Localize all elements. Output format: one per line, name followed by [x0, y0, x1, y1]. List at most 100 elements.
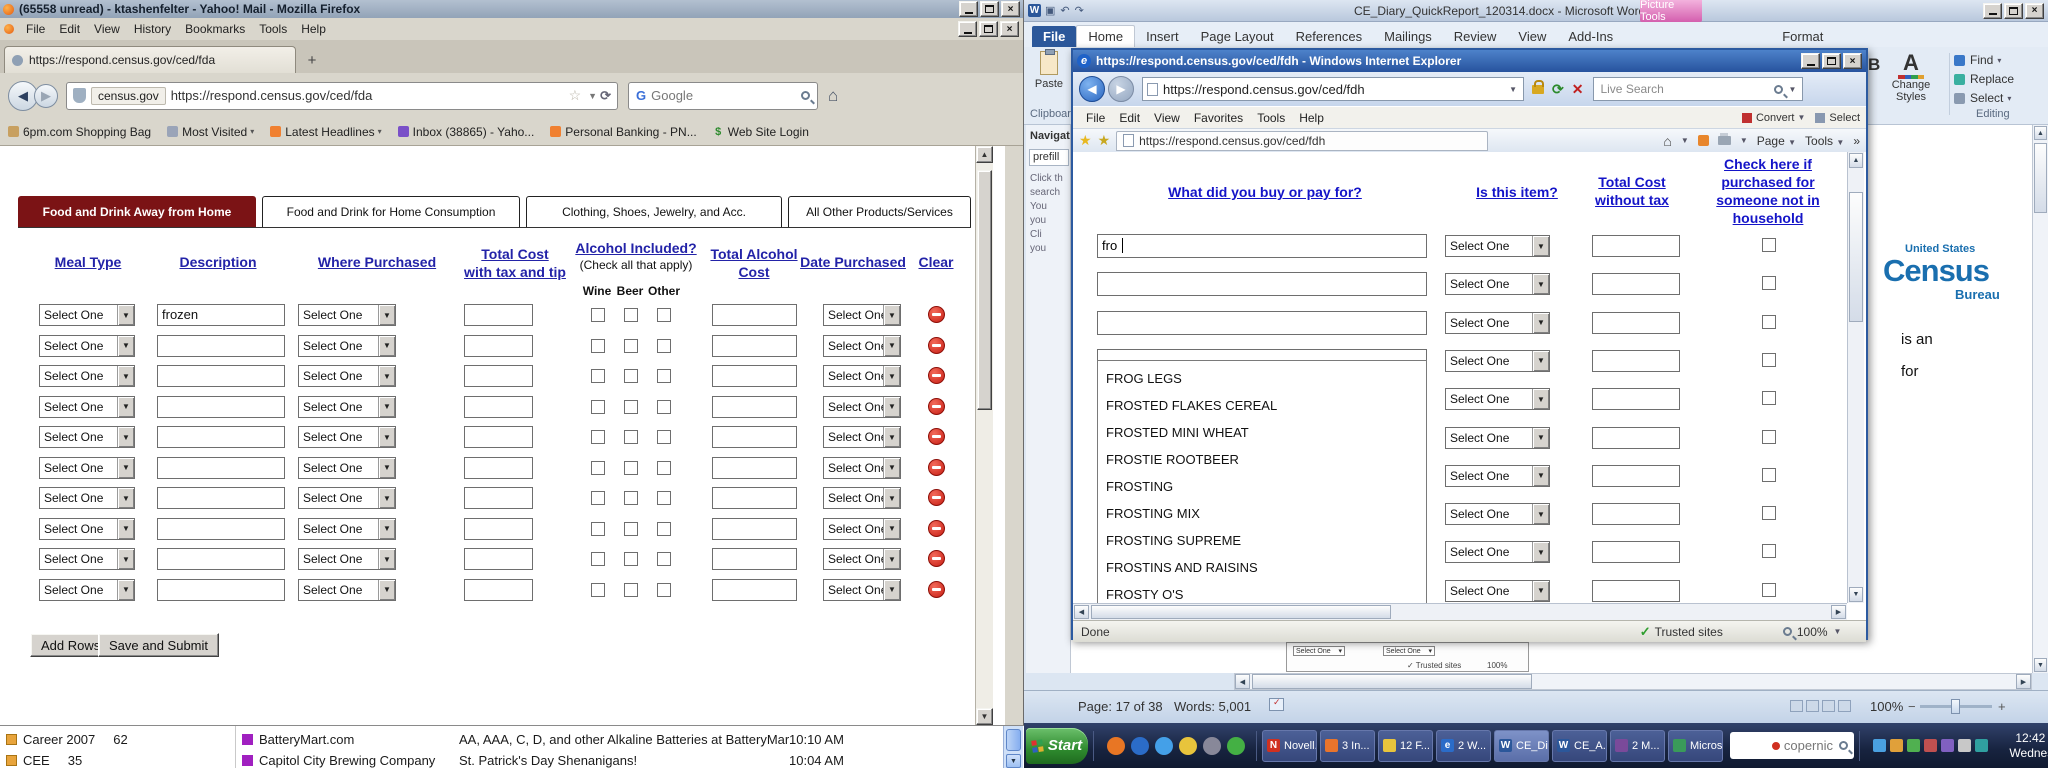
scroll-up-icon[interactable]: ▲	[1849, 153, 1863, 168]
redo-icon[interactable]: ↷	[1075, 4, 1084, 17]
ie-tab[interactable]: https://respond.census.gov/ced/fdh	[1116, 131, 1488, 151]
where-purchased-select[interactable]: Select One▼	[298, 548, 396, 570]
minimize-button[interactable]	[959, 1, 978, 17]
total-cost-input[interactable]	[1592, 465, 1680, 487]
autocomplete-item[interactable]: FROSTINS AND RAISINS	[1106, 560, 1258, 575]
beer-checkbox[interactable]	[624, 339, 638, 353]
search-icon[interactable]	[1839, 741, 1848, 750]
alcohol-cost-input[interactable]	[712, 457, 797, 479]
description-input[interactable]	[157, 579, 285, 601]
url-text[interactable]: https://respond.census.gov/ced/fda	[171, 88, 565, 103]
address-dropdown-icon[interactable]: ▼	[1507, 85, 1519, 94]
is-this-item-select[interactable]: Select One▼	[1445, 388, 1550, 410]
close-button[interactable]: ×	[2025, 3, 2044, 19]
forward-button[interactable]: ▶	[34, 84, 58, 108]
quick-launch-icon[interactable]	[1155, 737, 1173, 755]
meal-type-select[interactable]: Select One▼	[39, 548, 135, 570]
clear-row-button[interactable]	[928, 520, 945, 537]
rss-feed-icon[interactable]	[1698, 135, 1709, 146]
bookmark-item[interactable]: 6pm.com Shopping Bag	[8, 125, 151, 139]
autocomplete-item[interactable]: FROSTING SUPREME	[1106, 533, 1241, 548]
mail-folder-row[interactable]: CEE35	[6, 750, 231, 768]
page-menu[interactable]: Page ▼	[1757, 134, 1796, 148]
item-description-input[interactable]	[1097, 311, 1427, 335]
copernic-search-box[interactable]: copernic	[1730, 732, 1854, 759]
autocomplete-item[interactable]: FROG LEGS	[1106, 371, 1182, 386]
alcohol-cost-input[interactable]	[712, 518, 797, 540]
not-in-household-checkbox[interactable]	[1762, 353, 1776, 367]
mail-vertical-scrollbar[interactable]: ▼	[1003, 726, 1023, 768]
tab-references[interactable]: References	[1285, 26, 1373, 47]
wine-checkbox[interactable]	[591, 308, 605, 322]
favorites-star-icon[interactable]: ★	[1079, 132, 1092, 149]
tab-file[interactable]: File	[1032, 26, 1076, 47]
view-outline-icon[interactable]	[1838, 700, 1851, 712]
mail-message-row[interactable]: BatteryMart.comAA, AAA, C, D, and other …	[242, 729, 1002, 749]
quick-access-toolbar[interactable]: ▣ ↶ ↷	[1045, 4, 1089, 17]
total-cost-input[interactable]	[464, 487, 533, 509]
tray-icon[interactable]	[1975, 739, 1988, 752]
maximize-button[interactable]	[980, 1, 999, 17]
where-purchased-select[interactable]: Select One▼	[298, 304, 396, 326]
meal-type-select[interactable]: Select One▼	[39, 426, 135, 448]
scroll-right-icon[interactable]: ▶	[2016, 674, 2031, 689]
is-this-item-select[interactable]: Select One▼	[1445, 503, 1550, 525]
date-purchased-select[interactable]: Select One▼	[823, 487, 901, 509]
is-this-item-select[interactable]: Select One▼	[1445, 312, 1550, 334]
address-bar[interactable]: census.gov https://respond.census.gov/ce…	[66, 82, 618, 110]
menu-file[interactable]: File	[19, 20, 52, 38]
meal-type-select[interactable]: Select One▼	[39, 457, 135, 479]
home-icon[interactable]: ⌂	[1663, 133, 1671, 149]
not-in-household-checkbox[interactable]	[1762, 276, 1776, 290]
scroll-thumb[interactable]	[1091, 605, 1391, 619]
taskbar-button-12-f-[interactable]: 12 F...	[1378, 730, 1433, 762]
word-vertical-scrollbar[interactable]: ▲ ▼	[2032, 125, 2048, 673]
total-cost-input[interactable]	[1592, 312, 1680, 334]
zoom-in-icon[interactable]: +	[1998, 699, 2006, 714]
mail-folder-row[interactable]: Career 200762	[6, 729, 231, 749]
menu-favorites[interactable]: Favorites	[1187, 109, 1250, 127]
tab-format[interactable]: Format	[1771, 26, 1834, 47]
other-checkbox[interactable]	[657, 430, 671, 444]
date-purchased-select[interactable]: Select One▼	[823, 396, 901, 418]
search-icon[interactable]	[801, 91, 810, 100]
inner-minimize-button[interactable]	[958, 21, 977, 37]
meal-type-select[interactable]: Select One▼	[39, 335, 135, 357]
quick-launch-icon[interactable]	[1179, 737, 1197, 755]
description-input[interactable]: frozen	[157, 304, 285, 326]
not-in-household-checkbox[interactable]	[1762, 391, 1776, 405]
total-cost-input[interactable]	[464, 426, 533, 448]
tab-mailings[interactable]: Mailings	[1373, 26, 1443, 47]
restore-button[interactable]	[1822, 53, 1841, 69]
scroll-thumb[interactable]	[1252, 674, 1532, 689]
other-checkbox[interactable]	[657, 491, 671, 505]
menu-help[interactable]: Help	[1292, 109, 1331, 127]
autocomplete-item[interactable]: FROSTED FLAKES CEREAL	[1106, 398, 1277, 413]
total-cost-input[interactable]	[1592, 503, 1680, 525]
print-dropdown-icon[interactable]: ▼	[1740, 136, 1748, 145]
description-input[interactable]	[157, 365, 285, 387]
ie-titlebar[interactable]: e https://respond.census.gov/ced/fdh - W…	[1073, 50, 1866, 72]
bookmark-item[interactable]: $Web Site Login	[713, 125, 809, 139]
firefox-vertical-scrollbar[interactable]: ▲ ▼	[975, 146, 993, 725]
url-text[interactable]: https://respond.census.gov/ced/fdh	[1163, 82, 1507, 97]
not-in-household-checkbox[interactable]	[1762, 468, 1776, 482]
taskbar-clock[interactable]: 12:42 PM Wednesday	[1998, 731, 2048, 761]
ie-horizontal-scrollbar[interactable]: ◀ ▶	[1073, 603, 1847, 620]
where-purchased-select[interactable]: Select One▼	[298, 579, 396, 601]
scroll-down-icon[interactable]: ▼	[976, 708, 993, 725]
clear-row-button[interactable]	[928, 489, 945, 506]
quick-launch-icon[interactable]	[1227, 737, 1245, 755]
beer-checkbox[interactable]	[624, 583, 638, 597]
other-checkbox[interactable]	[657, 461, 671, 475]
more-toolbar-icon[interactable]: »	[1853, 134, 1860, 148]
date-purchased-select[interactable]: Select One▼	[823, 426, 901, 448]
tray-icon[interactable]	[1924, 739, 1937, 752]
editing-select-button[interactable]: Select▾	[1954, 91, 2011, 105]
date-purchased-select[interactable]: Select One▼	[823, 548, 901, 570]
beer-checkbox[interactable]	[624, 369, 638, 383]
inner-restore-button[interactable]	[979, 21, 998, 37]
meal-type-select[interactable]: Select One▼	[39, 579, 135, 601]
home-dropdown-icon[interactable]: ▼	[1681, 136, 1689, 145]
date-purchased-select[interactable]: Select One▼	[823, 579, 901, 601]
